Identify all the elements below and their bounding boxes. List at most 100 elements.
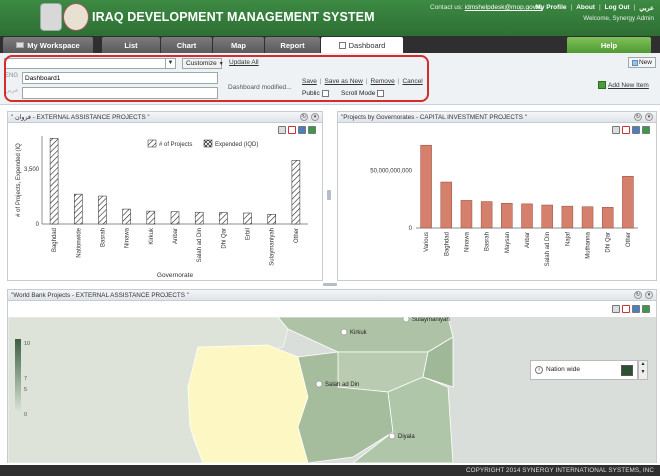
chart-bar[interactable] xyxy=(480,201,493,229)
y-tick-label: 50,000,000,000 xyxy=(370,169,412,175)
about-link[interactable]: About xyxy=(576,4,595,12)
y-axis-label: # of Projects, Expended (IQ xyxy=(16,143,22,217)
x-tick-label: Nationwide xyxy=(76,227,82,257)
tab-map[interactable]: Map xyxy=(213,37,264,53)
scale-tick-label: 7 xyxy=(24,376,27,382)
tab-list[interactable]: List xyxy=(102,37,160,53)
x-tick-label: Various xyxy=(424,232,430,252)
chart-bar[interactable] xyxy=(74,193,83,225)
pdf-icon[interactable] xyxy=(622,305,630,313)
chart-bar[interactable] xyxy=(98,195,107,225)
panel-title: " فروان - EXTERNAL ASSISTANCE PROJECTS "… xyxy=(8,112,322,123)
tab-report[interactable]: Report xyxy=(265,37,320,53)
refresh-icon[interactable]: ↻ xyxy=(634,113,642,121)
x-tick-label: Anbar xyxy=(525,232,531,248)
workspace-icon xyxy=(16,42,25,48)
chevron-down-icon[interactable]: ▾ xyxy=(311,113,319,121)
chart-bar[interactable] xyxy=(267,214,276,225)
chart-bar[interactable] xyxy=(49,138,59,225)
y-tick-label: 0 xyxy=(409,226,413,232)
chart-bar[interactable] xyxy=(170,211,180,225)
chevron-down-icon[interactable]: ▾ xyxy=(645,113,653,121)
annotation-outline xyxy=(4,55,429,102)
chart-bar[interactable] xyxy=(243,212,252,225)
separator: | xyxy=(598,4,601,11)
word-icon[interactable] xyxy=(632,305,640,313)
chart-bar[interactable] xyxy=(561,205,574,229)
arabic-language-link[interactable]: عربي xyxy=(639,4,654,12)
panel-resize-handle[interactable] xyxy=(327,190,331,200)
chart-bar[interactable] xyxy=(601,207,614,229)
place-label: Kirkuk xyxy=(350,330,368,336)
chevron-down-icon[interactable]: ▾ xyxy=(645,291,653,299)
place-label: Diyala xyxy=(398,434,415,440)
legend-swatch xyxy=(147,139,157,148)
chart-bar[interactable] xyxy=(194,211,204,225)
tab-my-workspace[interactable]: My Workspace xyxy=(3,37,93,53)
info-icon[interactable] xyxy=(388,432,396,440)
info-icon: i xyxy=(535,366,543,374)
footer: COPYRIGHT 2014 SYNERGY INTERNATIONAL SYS… xyxy=(0,465,660,476)
tab-chart[interactable]: Chart xyxy=(161,37,212,53)
welcome-text: Welcome, Synergy Admin xyxy=(583,15,654,22)
add-new-item-label: Add New Item xyxy=(608,81,649,89)
ministry-logo xyxy=(40,3,62,31)
chart-bar[interactable] xyxy=(460,200,473,229)
x-axis-label: Governorate xyxy=(157,272,194,279)
x-tick-label: Muthanna xyxy=(586,231,592,258)
panel-title: "World Bank Projects - EXTERNAL ASSISTAN… xyxy=(8,290,656,301)
legend-entry: # of Projects xyxy=(159,142,192,148)
map-canvas[interactable]: Sulaymaniyah Kirkuk Salah ad Din Diyala 10 7… xyxy=(8,317,656,463)
chart-bar[interactable] xyxy=(146,210,156,225)
contact-email-link[interactable]: idmshelpdesk@mop.gov.iq xyxy=(465,4,543,11)
chart-bar[interactable] xyxy=(501,203,513,229)
x-tick-label: Basrah xyxy=(485,232,491,251)
x-tick-label: Maysan xyxy=(505,232,511,253)
tab-help[interactable]: Help xyxy=(567,37,651,53)
log-out-link[interactable]: Log Out xyxy=(605,4,630,12)
tab-dashboard[interactable]: Dashboard xyxy=(321,37,403,53)
legend-color-swatch xyxy=(621,365,633,376)
y-tick-label: 3,500 xyxy=(24,167,40,173)
refresh-icon[interactable]: ↻ xyxy=(300,113,308,121)
refresh-icon[interactable]: ↻ xyxy=(634,291,642,299)
excel-icon[interactable] xyxy=(642,305,650,313)
info-icon[interactable] xyxy=(315,380,323,388)
capital-investment-chart-panel: "Projects by Governorates - CAPITAL INVE… xyxy=(337,111,657,281)
map-legend-scroll[interactable]: ▲ ▼ xyxy=(638,360,648,380)
legend-swatch xyxy=(203,139,213,148)
panel-resize-handle[interactable] xyxy=(323,283,337,286)
tab-label: My Workspace xyxy=(27,40,80,50)
chart-bar[interactable] xyxy=(219,212,228,225)
new-button[interactable]: New xyxy=(628,57,656,68)
info-icon[interactable] xyxy=(340,328,348,336)
chart-bar[interactable] xyxy=(581,206,594,229)
chart-bar[interactable] xyxy=(622,176,634,229)
app-header: IRAQ DEVELOPMENT MANAGEMENT SYSTEM Conta… xyxy=(0,0,660,36)
scale-tick-label: 0 xyxy=(24,412,27,418)
x-tick-label: Sulaymaniyah xyxy=(270,228,276,266)
x-tick-label: Other xyxy=(294,228,300,243)
panel-title-text: "Projects by Governorates - CAPITAL INVE… xyxy=(341,114,527,121)
x-tick-label: Baghdad xyxy=(444,232,450,256)
separator: | xyxy=(570,4,573,11)
info-icon[interactable] xyxy=(402,317,410,323)
chevron-down-icon[interactable]: ▼ xyxy=(639,369,647,375)
chart-bar[interactable] xyxy=(122,208,131,225)
chevron-up-icon[interactable]: ▲ xyxy=(639,361,647,367)
new-label: New xyxy=(638,59,652,66)
chart-bar[interactable] xyxy=(541,204,553,229)
map-color-scale xyxy=(15,339,21,414)
chart-bar[interactable] xyxy=(521,203,533,229)
my-profile-link[interactable]: My Profile xyxy=(535,4,566,12)
print-icon[interactable] xyxy=(612,305,620,313)
chart-bar[interactable] xyxy=(440,181,453,229)
x-tick-label: Salah ad Din xyxy=(197,228,203,262)
chart-bar[interactable] xyxy=(420,144,432,229)
panel-title-text: "World Bank Projects - EXTERNAL ASSISTAN… xyxy=(11,292,189,299)
chart-bar[interactable] xyxy=(291,160,301,225)
x-tick-label: Ninawa xyxy=(464,231,470,252)
add-new-item-link[interactable]: Add New Item xyxy=(598,81,649,89)
x-tick-label: Erbil xyxy=(246,228,252,240)
grid-icon xyxy=(338,41,346,49)
